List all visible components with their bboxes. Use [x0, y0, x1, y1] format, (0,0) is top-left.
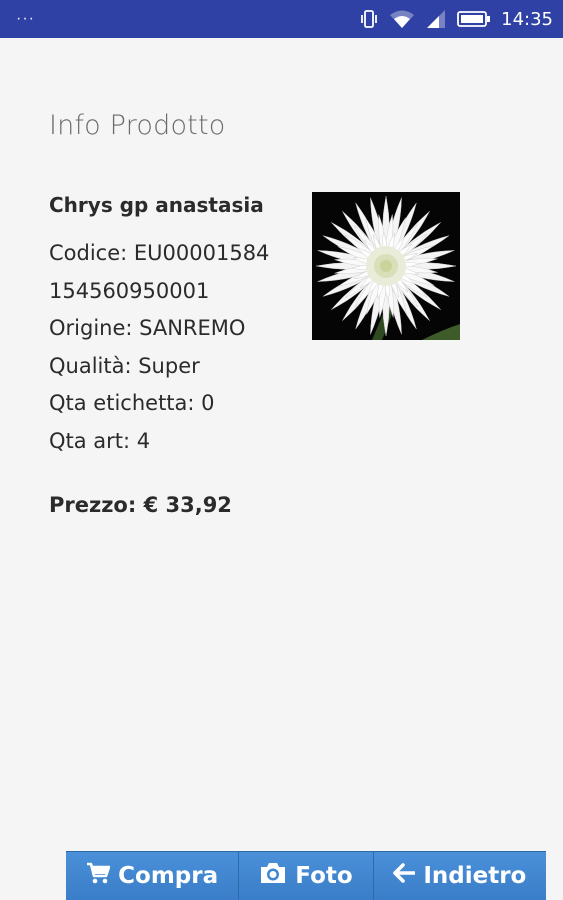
indietro-label: Indietro: [423, 863, 527, 889]
indietro-button[interactable]: Indietro: [374, 852, 546, 900]
wifi-icon: [389, 9, 415, 29]
status-icons: 14:35: [359, 9, 553, 30]
product-photo: [312, 192, 460, 340]
foto-button[interactable]: Foto: [239, 852, 374, 900]
product-code: Codice: EU00001584: [49, 241, 270, 265]
action-bar: Compra Foto Indietro: [66, 851, 546, 900]
product-quality: Qualità: Super: [49, 353, 200, 378]
article-quantity: Qta art: 4: [49, 428, 151, 453]
product-price: Prezzo: € 33,92: [49, 493, 232, 517]
notification-dots: ···: [16, 10, 35, 27]
clock: 14:35: [501, 8, 553, 30]
vibrate-icon: [359, 9, 379, 29]
camera-icon: [259, 862, 287, 890]
compra-label: Compra: [118, 863, 219, 889]
product-origin: Origine: SANREMO: [49, 316, 246, 340]
foto-label: Foto: [295, 863, 353, 889]
cart-icon: [86, 862, 111, 890]
compra-button[interactable]: Compra: [66, 852, 240, 900]
battery-icon: [457, 9, 491, 29]
product-info: Chrys gp anastasia Codice: EU00001584 15…: [49, 193, 309, 517]
product-name: Chrys gp anastasia: [49, 193, 264, 217]
arrow-left-icon: [393, 863, 417, 889]
status-bar: ··· 14:35: [0, 0, 563, 38]
signal-icon: [425, 9, 447, 29]
label-quantity: Qta etichetta: 0: [49, 391, 215, 415]
white-chrysanthemum-photo: [312, 192, 460, 340]
product-barcode: 154560950001: [49, 278, 210, 303]
page-title: Info Prodotto: [49, 110, 226, 141]
